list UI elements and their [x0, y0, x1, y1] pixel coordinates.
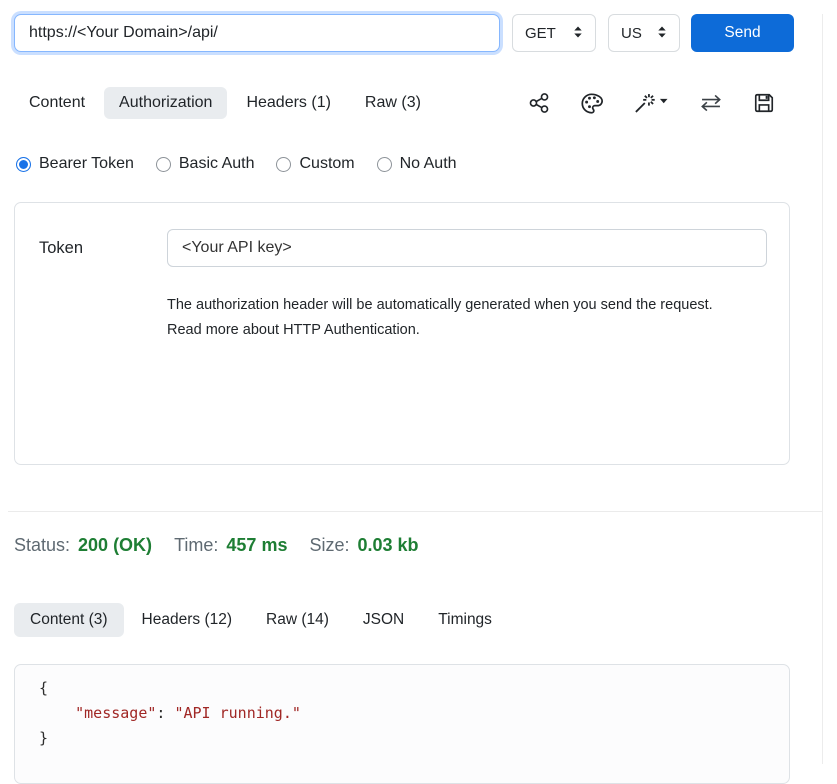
radio-icon	[156, 157, 171, 172]
section-divider	[8, 511, 822, 512]
resp-tab-headers[interactable]: Headers (12)	[126, 603, 248, 637]
radio-icon	[377, 157, 392, 172]
json-separator: :	[156, 704, 174, 722]
radio-icon	[276, 157, 291, 172]
chevron-expand-icon	[657, 25, 667, 42]
region-select-value: US	[621, 25, 642, 42]
radio-selected-icon	[16, 157, 31, 172]
magic-wand-dropdown-icon[interactable]	[633, 92, 669, 114]
method-select[interactable]: GET	[512, 14, 596, 52]
auth-option-no-auth[interactable]: No Auth	[377, 155, 457, 173]
token-panel: Token The authorization header will be a…	[14, 202, 790, 465]
chevron-expand-icon	[573, 25, 583, 42]
toolbar	[528, 92, 823, 115]
auth-option-label: No Auth	[400, 155, 457, 173]
auth-option-basic-auth[interactable]: Basic Auth	[156, 155, 255, 173]
status-label: Status:	[14, 535, 70, 556]
json-close-brace: }	[39, 729, 48, 747]
region-select[interactable]: US	[608, 14, 680, 52]
tab-content[interactable]: Content	[14, 87, 100, 119]
auth-option-label: Basic Auth	[179, 155, 255, 173]
swap-arrows-icon[interactable]	[699, 92, 723, 114]
request-tabs: Content Authorization Headers (1) Raw (3…	[14, 85, 823, 121]
tab-raw[interactable]: Raw (3)	[350, 87, 436, 119]
auth-option-label: Custom	[299, 155, 354, 173]
response-status-bar: Status: 200 (OK) Time: 457 ms Size: 0.03…	[14, 535, 419, 556]
send-button[interactable]: Send	[691, 14, 794, 52]
palette-icon[interactable]	[580, 92, 603, 115]
resp-tab-content[interactable]: Content (3)	[14, 603, 124, 637]
response-json: { "message": "API running." }	[39, 676, 789, 751]
json-key: "message"	[75, 704, 156, 722]
tab-authorization[interactable]: Authorization	[104, 87, 227, 119]
resp-tab-raw[interactable]: Raw (14)	[250, 603, 345, 637]
response-body-panel[interactable]: { "message": "API running." }	[14, 664, 790, 784]
resp-tab-timings[interactable]: Timings	[422, 603, 508, 637]
auth-options: Bearer Token Basic Auth Custom No Auth	[16, 155, 823, 173]
token-help-text: The authorization header will be automat…	[167, 293, 737, 343]
tab-headers[interactable]: Headers (1)	[231, 87, 345, 119]
resp-tab-json[interactable]: JSON	[347, 603, 420, 637]
size-value: 0.03 kb	[358, 535, 419, 556]
auth-option-bearer-token[interactable]: Bearer Token	[16, 155, 134, 173]
size-label: Size:	[309, 535, 349, 556]
response-tabs: Content (3) Headers (12) Raw (14) JSON T…	[14, 602, 508, 638]
share-icon[interactable]	[528, 92, 550, 114]
auth-option-custom[interactable]: Custom	[276, 155, 354, 173]
api-client-page: GET US Send Content Authorization Header…	[0, 14, 837, 764]
json-open-brace: {	[39, 679, 48, 697]
request-bar: GET US Send	[14, 14, 837, 52]
method-select-value: GET	[525, 25, 556, 42]
page-edge-divider	[822, 14, 823, 764]
url-input[interactable]	[14, 14, 500, 52]
json-value: "API running."	[174, 704, 300, 722]
auth-option-label: Bearer Token	[39, 155, 134, 173]
token-input[interactable]	[167, 229, 767, 267]
token-label: Token	[39, 239, 167, 258]
time-value: 457 ms	[226, 535, 287, 556]
save-icon[interactable]	[753, 92, 775, 114]
time-label: Time:	[174, 535, 218, 556]
status-value: 200 (OK)	[78, 535, 152, 556]
json-indent	[39, 704, 75, 722]
